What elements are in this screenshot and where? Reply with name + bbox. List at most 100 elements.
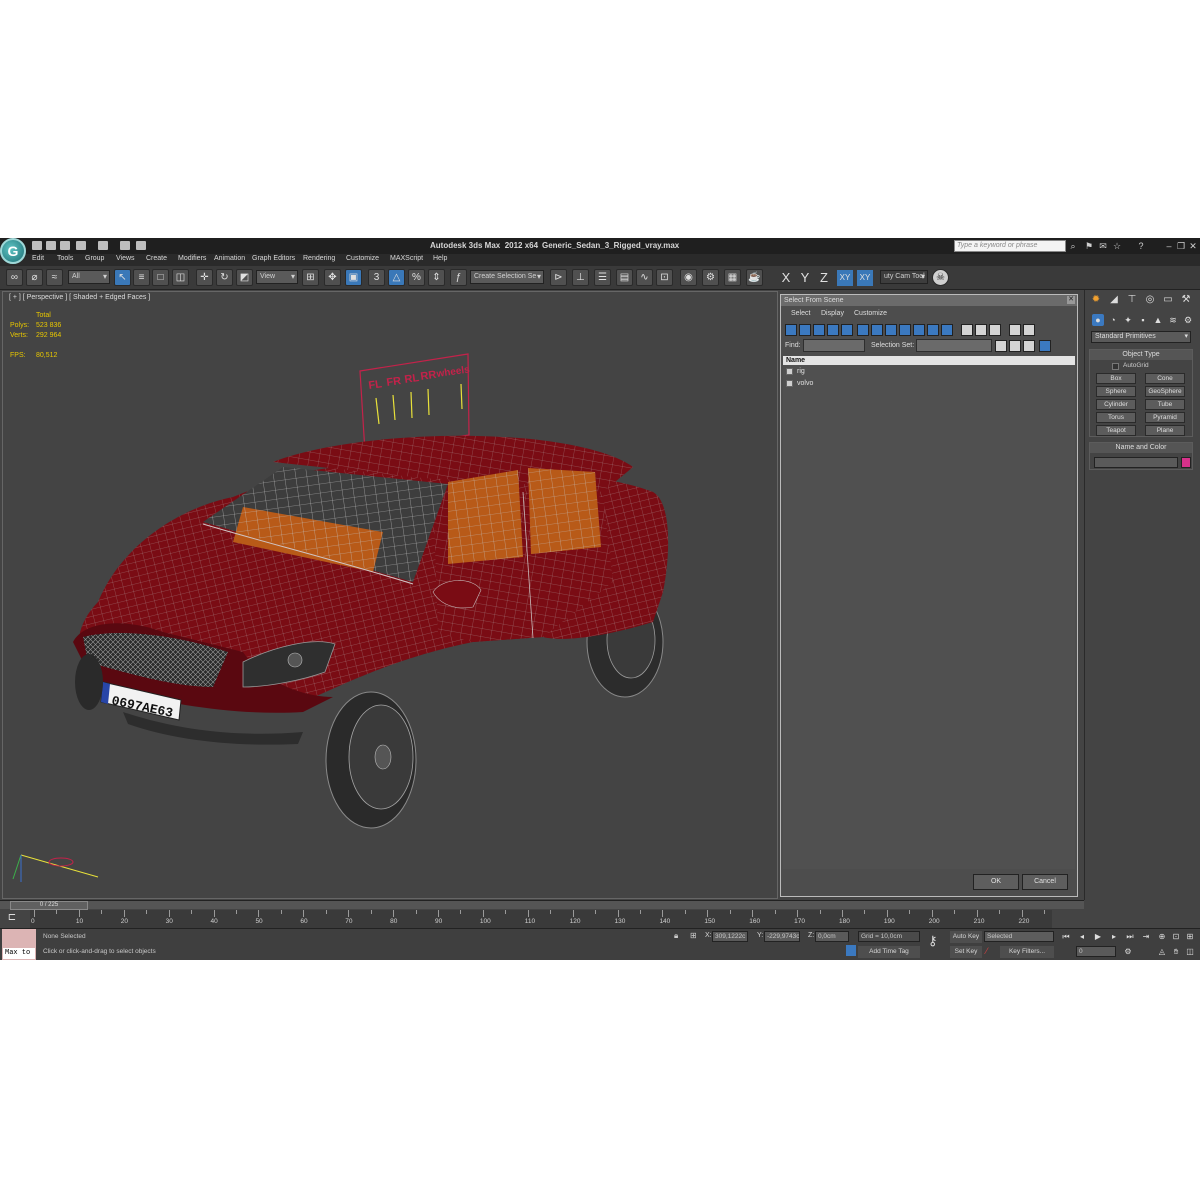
project-folder-icon[interactable]	[120, 241, 130, 250]
restore-icon[interactable]: ❐	[1176, 241, 1186, 251]
ok-button[interactable]: OK	[973, 874, 1019, 890]
y-coordinate-field[interactable]: -229,9743c	[764, 931, 800, 942]
go-to-end-icon[interactable]: ⏭	[1124, 931, 1136, 942]
display-containers-icon[interactable]	[913, 324, 925, 336]
z-coordinate-field[interactable]: 0,0cm	[815, 931, 849, 942]
key-mode-dropdown[interactable]: Selected	[984, 931, 1054, 942]
list-item[interactable]: rig	[783, 366, 1075, 377]
maxscript-input[interactable]: Max to	[3, 948, 35, 959]
select-manipulate-icon[interactable]: ✥	[324, 269, 341, 286]
display-lights-icon[interactable]	[813, 324, 825, 336]
select-by-name-icon[interactable]: ≡	[133, 269, 150, 286]
hierarchy-tab-icon[interactable]: ⊤	[1125, 293, 1139, 307]
selection-set-dropdown[interactable]	[916, 339, 992, 352]
shapes-category-icon[interactable]: ◔	[1107, 314, 1119, 326]
move-icon[interactable]: ✛	[196, 269, 213, 286]
reference-coordinate-dropdown[interactable]: View	[256, 270, 298, 284]
select-all-icon[interactable]	[995, 340, 1007, 352]
axis-xy-alt-button[interactable]: XY	[857, 270, 873, 286]
display-spacewarps-icon[interactable]	[857, 324, 869, 336]
open-file-icon[interactable]	[46, 241, 56, 250]
align-icon[interactable]: ⊥	[572, 269, 589, 286]
auto-key-button[interactable]: Auto Key	[950, 931, 982, 943]
spinner-snap-icon[interactable]: ⇕	[428, 269, 445, 286]
zoom-all-icon[interactable]: ⊞	[1184, 931, 1196, 942]
favorites-icon[interactable]: ☆	[1112, 241, 1122, 251]
list-item[interactable]: volvo	[783, 378, 1075, 389]
motion-tab-icon[interactable]: ◎	[1143, 293, 1157, 307]
curve-editor-icon[interactable]: ∿	[636, 269, 653, 286]
time-slider-thumb[interactable]: 0 / 225	[10, 901, 88, 910]
keyboard-shortcut-override-icon[interactable]: ▣	[345, 269, 362, 286]
utilities-tab-icon[interactable]: ⚒	[1179, 293, 1193, 307]
display-geometry-icon[interactable]	[785, 324, 797, 336]
object-color-swatch[interactable]	[1181, 457, 1191, 468]
find-input[interactable]	[803, 339, 865, 352]
menu-group[interactable]: Group	[85, 255, 104, 262]
rollout-title[interactable]: Name and Color	[1090, 443, 1192, 453]
layer-manager-icon[interactable]: ☰	[594, 269, 611, 286]
next-frame-icon[interactable]: ▸	[1108, 931, 1120, 942]
object-name-input[interactable]	[1094, 457, 1178, 468]
create-tab-icon[interactable]: ✹	[1089, 293, 1103, 307]
dialog-menu-display[interactable]: Display	[821, 310, 844, 317]
time-tag-icon[interactable]	[846, 945, 856, 956]
menu-animation[interactable]: Animation	[214, 255, 245, 262]
set-key-button[interactable]: Set Key	[950, 946, 982, 958]
named-selection-set-dropdown[interactable]: Create Selection Se	[470, 270, 544, 284]
scale-icon[interactable]: ◩	[236, 269, 253, 286]
display-cameras-icon[interactable]	[827, 324, 839, 336]
display-bones-icon[interactable]	[899, 324, 911, 336]
teapot-button[interactable]: Teapot	[1096, 425, 1136, 436]
filter-icon[interactable]	[1009, 324, 1021, 336]
binoculars-icon[interactable]: ⌕	[1068, 241, 1078, 251]
track-bar[interactable]: 0 10 20 30 40 50 60 70 80 90 100 110 120 130 140 150 160…	[30, 910, 1052, 928]
go-to-start-icon[interactable]: ⏮	[1060, 931, 1072, 942]
utility-tool-button[interactable]: uty Cam Tool	[880, 270, 928, 284]
render-production-icon[interactable]: ☕	[746, 269, 763, 286]
perspective-viewport[interactable]: [ + ] [ Perspective ] [ Shaded + Edged F…	[2, 291, 778, 899]
sync-selection-icon[interactable]	[1023, 324, 1035, 336]
rendered-frame-icon[interactable]: ▦	[724, 269, 741, 286]
helpers-category-icon[interactable]: ▲	[1152, 314, 1164, 326]
menu-edit[interactable]: Edit	[32, 255, 44, 262]
axis-xy-button[interactable]: XY	[837, 270, 853, 286]
save-file-icon[interactable]	[60, 241, 70, 250]
current-frame-field[interactable]: 0	[1076, 946, 1116, 957]
render-setup-icon[interactable]: ⚙	[702, 269, 719, 286]
menu-help[interactable]: Help	[433, 255, 447, 262]
modify-tab-icon[interactable]: ◢	[1107, 293, 1121, 307]
key-filter-icon[interactable]: ⁄	[986, 946, 998, 958]
material-editor-icon[interactable]: ◉	[680, 269, 697, 286]
select-dependents-icon[interactable]	[1039, 340, 1051, 352]
edit-named-selection-icon[interactable]: ƒ	[450, 269, 467, 286]
selection-filter-dropdown[interactable]: All	[68, 270, 110, 284]
add-time-tag-button[interactable]: Add Time Tag	[858, 946, 920, 958]
pivot-center-icon[interactable]: ⊞	[302, 269, 319, 286]
close-icon[interactable]: ✕	[1188, 241, 1198, 251]
cone-button[interactable]: Cone	[1145, 373, 1185, 384]
geometry-category-icon[interactable]: ●	[1092, 314, 1104, 326]
display-none-icon[interactable]	[975, 324, 987, 336]
bind-space-warp-icon[interactable]: ≈	[46, 269, 63, 286]
x-coordinate-field[interactable]: 309,1222c	[712, 931, 748, 942]
selection-region-icon[interactable]: □	[152, 269, 169, 286]
car-model[interactable]: 0697AE63	[73, 435, 669, 829]
axis-z-button[interactable]: Z	[816, 270, 832, 286]
window-crossing-icon[interactable]: ◫	[172, 269, 189, 286]
systems-category-icon[interactable]: ⚙	[1182, 314, 1194, 326]
dialog-close-icon[interactable]: ✕	[1067, 296, 1075, 304]
autogrid-checkbox[interactable]	[1112, 363, 1119, 370]
object-list[interactable]	[783, 365, 1075, 869]
sphere-button[interactable]: Sphere	[1096, 386, 1136, 397]
zoom-extents-icon[interactable]: ⊡	[1170, 931, 1182, 942]
rotate-icon[interactable]: ↻	[216, 269, 233, 286]
geosphere-button[interactable]: GeoSphere	[1145, 386, 1185, 397]
lights-category-icon[interactable]: ✦	[1122, 314, 1134, 326]
menu-modifiers[interactable]: Modifiers	[178, 255, 206, 262]
minimize-icon[interactable]: –	[1164, 241, 1174, 251]
time-configuration-icon[interactable]: ⚙	[1122, 946, 1134, 957]
dialog-menu-select[interactable]: Select	[791, 310, 810, 317]
communication-icon[interactable]: ✉	[1098, 241, 1108, 251]
percent-snap-icon[interactable]: %	[408, 269, 425, 286]
